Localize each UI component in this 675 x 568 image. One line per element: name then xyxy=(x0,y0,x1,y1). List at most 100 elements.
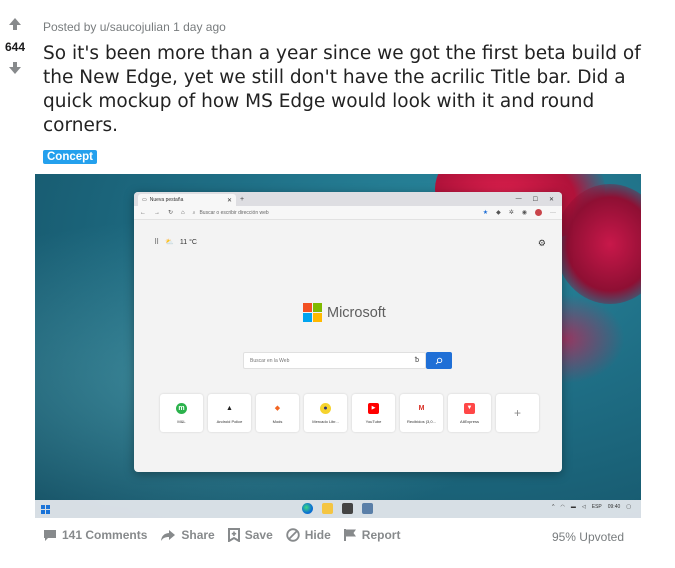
address-bar: ← → ↻ ⌂ ⌕ Buscar o escribir dirección we… xyxy=(134,206,562,220)
search-icon: ⌕ xyxy=(192,209,196,216)
weather-icon: ⛅ xyxy=(165,239,174,246)
site-icon: ▶ xyxy=(368,402,379,414)
back-icon: ← xyxy=(140,209,146,216)
microsoft-logo-icon xyxy=(303,303,322,322)
post-title[interactable]: So it's been more than a year since we g… xyxy=(43,42,653,138)
web-search-box: Buscar en la Web ᵬ xyxy=(243,352,426,369)
forward-icon: → xyxy=(154,209,160,216)
comments-label: 141 Comments xyxy=(62,528,148,542)
share-label: Share xyxy=(181,528,215,542)
hide-label: Hide xyxy=(304,528,331,542)
folder-icon xyxy=(322,503,333,514)
collections-icon: ✲ xyxy=(508,210,514,216)
maximize-icon: ☐ xyxy=(532,196,538,203)
window-controls: — ☐ ✕ xyxy=(516,196,554,203)
quick-link-label: Recibidos (3,0... xyxy=(407,418,436,424)
quick-link-tile: m M&L xyxy=(160,394,203,432)
quick-link-tile: ◆ Mods xyxy=(256,394,299,432)
quick-link-tile: M Recibidos (3,0... xyxy=(400,394,443,432)
tray-language: ESP xyxy=(591,504,602,510)
gear-icon: ⚙ xyxy=(537,238,546,248)
post-image[interactable]: ▭ Nueva pestaña ✕ + — ☐ ✕ ← → ↻ ⌂ ⌕ Busc… xyxy=(35,174,641,518)
microsoft-wordmark: Microsoft xyxy=(327,304,386,321)
site-icon: ▲ xyxy=(224,402,235,414)
calculator-icon xyxy=(362,503,373,514)
home-icon: ⌂ xyxy=(181,209,185,216)
quick-link-label: Mods xyxy=(272,418,283,424)
quick-link-tile: ▶ YouTube xyxy=(352,394,395,432)
notifications-icon: ▢ xyxy=(626,504,631,510)
post-meta: Posted by u/saucojulian 1 day ago xyxy=(43,20,226,34)
weather-temp: 11 °C xyxy=(179,238,197,246)
tab-title: Nueva pestaña xyxy=(149,197,184,203)
upvote-ratio: 95% Upvoted xyxy=(551,530,624,544)
search-placeholder: Buscar en la Web xyxy=(250,357,290,364)
save-label: Save xyxy=(244,528,273,542)
tab-bar: ▭ Nueva pestaña ✕ + — ☐ ✕ xyxy=(134,192,562,206)
new-tab-icon: + xyxy=(240,195,245,203)
ntp-header: ⠿ ⛅ 11 °C xyxy=(154,238,197,247)
quick-link-tile: ● Mercado Libr... xyxy=(304,394,347,432)
save-button[interactable]: Save xyxy=(227,528,273,542)
site-icon: M xyxy=(416,402,427,414)
network-icon: ◠ xyxy=(560,504,565,510)
downvote-icon[interactable] xyxy=(5,58,25,78)
taskbar-apps xyxy=(302,503,373,514)
chevron-up-icon: ^ xyxy=(552,504,555,510)
hide-icon xyxy=(286,528,300,542)
tray-time: 09:40 xyxy=(607,504,621,510)
url-placeholder: Buscar o escribir dirección web xyxy=(199,209,269,216)
vote-column: 644 xyxy=(0,14,30,78)
tab-page-icon: ▭ xyxy=(142,197,147,203)
close-tab-icon: ✕ xyxy=(226,197,232,204)
report-button[interactable]: Report xyxy=(343,528,401,542)
toolbar-icons: ★ ◆ ✲ ◉ ··· xyxy=(483,209,556,216)
shield-icon: ◆ xyxy=(496,210,501,216)
flag-icon xyxy=(343,529,356,541)
extension-icon: ◉ xyxy=(521,210,527,216)
site-icon: ◆ xyxy=(272,402,283,414)
minimize-icon: — xyxy=(515,195,522,202)
hide-button[interactable]: Hide xyxy=(286,528,331,542)
post-actions: 141 Comments Share Save Hide Report xyxy=(43,528,400,542)
save-bookmark-icon xyxy=(227,528,240,542)
battery-icon: ▬ xyxy=(570,504,576,510)
site-icon: m xyxy=(176,402,187,414)
apps-grid-icon: ⠿ xyxy=(154,239,160,246)
share-icon xyxy=(161,529,176,541)
upvote-icon[interactable] xyxy=(5,14,25,34)
quick-link-label: M&L xyxy=(177,418,186,424)
edge-window: ▭ Nueva pestaña ✕ + — ☐ ✕ ← → ↻ ⌂ ⌕ Busc… xyxy=(134,192,562,472)
system-tray: ^ ◠ ▬ ◁ ESP 09:40 ▢ xyxy=(552,504,631,510)
site-icon: ▼ xyxy=(464,402,475,414)
quick-links: m M&L ▲ Android Police ◆ Mods ● Mercado … xyxy=(160,394,539,432)
windows-taskbar: ^ ◠ ▬ ◁ ESP 09:40 ▢ xyxy=(35,500,641,518)
more-icon: ··· xyxy=(550,209,556,216)
url-field: ⌕ Buscar o escribir dirección web xyxy=(193,208,475,218)
bing-icon: ᵬ xyxy=(415,357,419,364)
report-label: Report xyxy=(361,528,401,542)
quick-link-label: Mercado Libr... xyxy=(312,418,339,424)
vote-score: 644 xyxy=(4,40,26,54)
edge-icon xyxy=(302,503,313,514)
quick-link-label: Android Police xyxy=(216,418,243,424)
quick-link-label: YouTube xyxy=(365,418,382,424)
favorite-star-icon: ★ xyxy=(482,210,489,216)
profile-avatar-icon xyxy=(535,209,542,216)
store-icon xyxy=(342,503,353,514)
browser-tab: ▭ Nueva pestaña ✕ xyxy=(138,194,236,206)
quick-link-label: AliExpress xyxy=(460,418,479,424)
search-button xyxy=(426,352,452,369)
new-tab-page: ⠿ ⛅ 11 °C ⚙ Microsoft Buscar en la Web ᵬ xyxy=(134,220,562,472)
comments-button[interactable]: 141 Comments xyxy=(43,528,147,542)
close-window-icon: ✕ xyxy=(548,196,554,203)
share-button[interactable]: Share xyxy=(160,528,215,542)
quick-link-tile: ▲ Android Police xyxy=(208,394,251,432)
quick-link-tile: ▼ AliExpress xyxy=(448,394,491,432)
comment-icon xyxy=(44,529,56,541)
search-icon xyxy=(435,357,443,364)
add-quick-link-tile: + xyxy=(496,394,539,432)
post-flair[interactable]: Concept xyxy=(43,150,97,164)
volume-icon: ◁ xyxy=(581,504,586,510)
site-icon: ● xyxy=(320,402,331,414)
